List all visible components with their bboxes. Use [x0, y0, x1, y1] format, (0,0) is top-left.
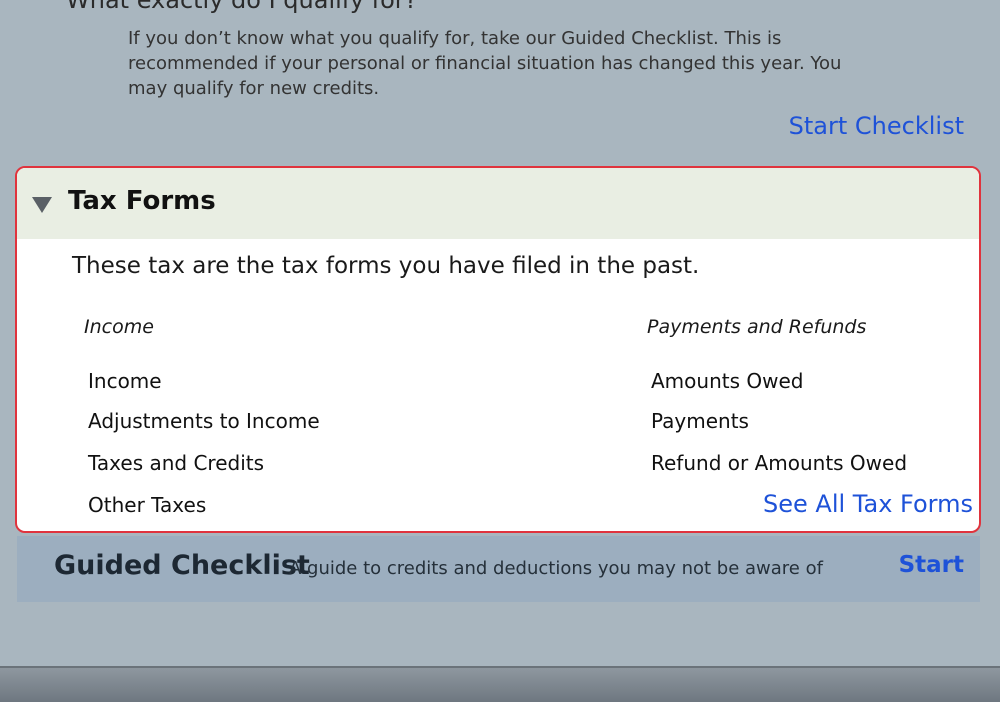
tax-forms-description: These tax are the tax forms you have fil…: [72, 253, 700, 279]
income-column: Income Income Adjustments to Income Taxe…: [83, 316, 320, 525]
qualify-heading: What exactly do I qualify for?: [66, 0, 418, 14]
tax-forms-title: Tax Forms: [68, 186, 216, 216]
form-link-other-taxes[interactable]: Other Taxes: [88, 485, 320, 525]
bottom-toolbar: [0, 666, 1000, 702]
income-column-header: Income: [84, 316, 154, 338]
guided-checklist-subtitle: A guide to credits and deductions you ma…: [289, 558, 823, 579]
form-link-taxes-and-credits[interactable]: Taxes and Credits: [88, 443, 320, 483]
tax-forms-panel: Tax Forms These tax are the tax forms yo…: [15, 166, 981, 533]
guided-checklist-title: Guided Checklist: [54, 550, 310, 581]
form-link-amounts-owed[interactable]: Amounts Owed: [651, 361, 907, 401]
form-link-income[interactable]: Income: [88, 361, 320, 401]
qualify-description: If you don’t know what you qualify for, …: [128, 28, 842, 99]
see-all-tax-forms-link[interactable]: See All Tax Forms: [763, 490, 973, 518]
guided-checklist-start-button[interactable]: Start: [899, 552, 964, 578]
payments-column-header: Payments and Refunds: [647, 316, 867, 338]
start-checklist-link[interactable]: Start Checklist: [789, 112, 964, 140]
tax-forms-header[interactable]: Tax Forms: [17, 168, 979, 239]
collapse-triangle-icon[interactable]: [32, 197, 52, 213]
payments-column: Payments and Refunds Amounts Owed Paymen…: [646, 316, 907, 483]
form-link-refund-or-amounts-owed[interactable]: Refund or Amounts Owed: [651, 443, 907, 483]
guided-checklist-bar: Guided Checklist A guide to credits and …: [17, 536, 980, 602]
form-link-adjustments-to-income[interactable]: Adjustments to Income: [88, 401, 320, 441]
form-link-payments[interactable]: Payments: [651, 401, 907, 441]
